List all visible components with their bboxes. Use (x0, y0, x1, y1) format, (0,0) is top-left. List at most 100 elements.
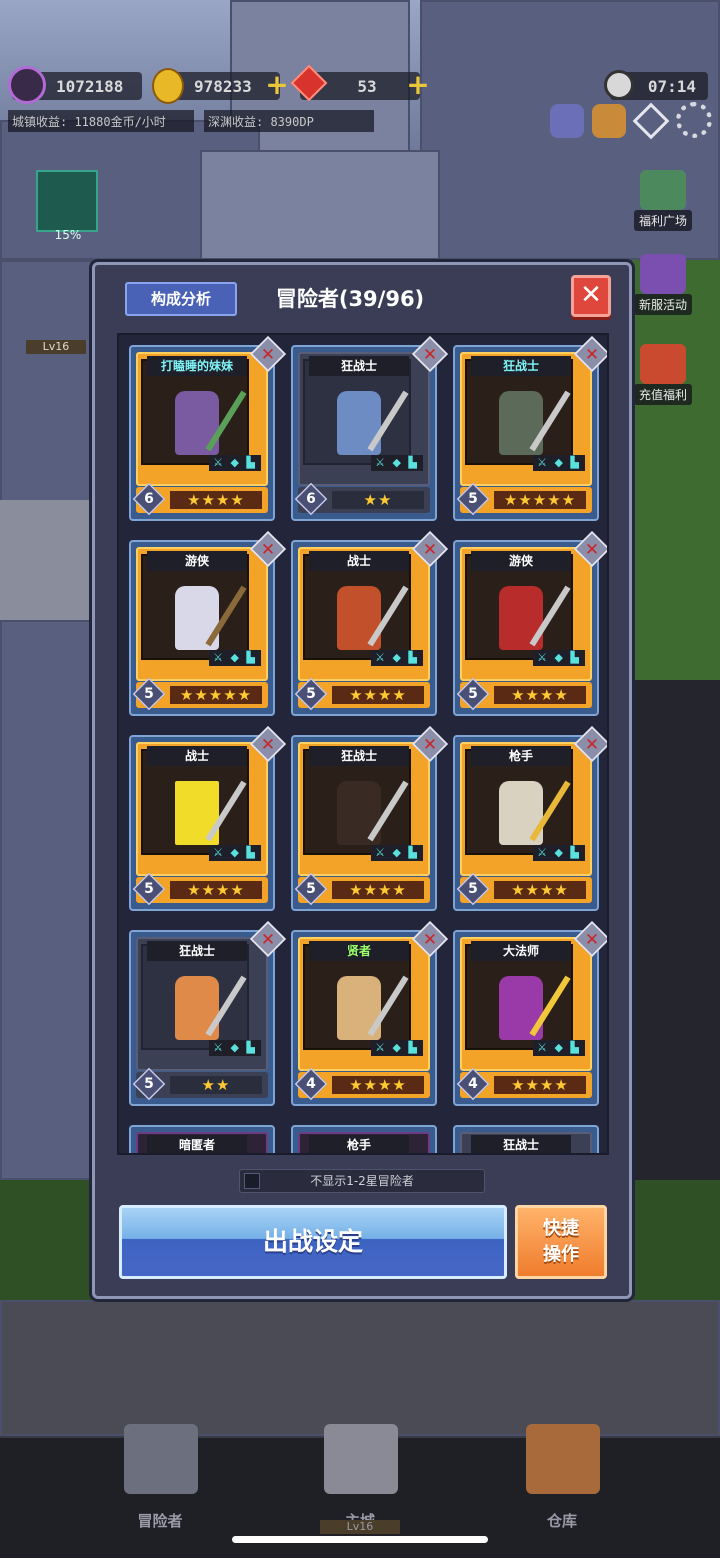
star-rating: ★★ (170, 1076, 262, 1094)
event-gift-icon (640, 254, 686, 294)
equipment-icons: ⚔ ◆ ▙ (371, 650, 423, 666)
deploy-settings-button[interactable]: 出战设定 (119, 1205, 507, 1279)
side-menu-label: 充值福利 (633, 384, 692, 405)
remove-icon: ✕ (260, 343, 276, 365)
level-badge: 5 (456, 677, 490, 711)
side-menu-label: 福利广场 (633, 210, 692, 231)
remove-icon: ✕ (422, 343, 438, 365)
adventurer-card[interactable]: 大法师 ⚔ ◆ ▙ ★★★★ 4 ✕ (453, 920, 607, 1106)
remove-icon: ✕ (260, 928, 276, 950)
knight-helmet-icon (124, 1424, 198, 1494)
adventurer-name: 狂战士 (309, 356, 409, 376)
welfare-plaza-button[interactable]: 福利广场 (618, 170, 708, 231)
adventurer-name: 狂战士 (471, 1135, 571, 1153)
adventurer-card[interactable]: 暗匿者 (129, 1125, 275, 1153)
adventurer-card[interactable]: 狂战士 (453, 1125, 599, 1153)
equipment-icons: ⚔ ◆ ▙ (533, 845, 585, 861)
star-rating: ★★★★ (332, 686, 424, 704)
adventurer-card[interactable]: 枪手 ⚔ ◆ ▙ ★★★★ 5 ✕ (453, 725, 607, 911)
adventurer-card[interactable]: 贤者 ⚔ ◆ ▙ ★★★★ 4 ✕ (291, 920, 449, 1106)
star-rating: ★★★★ (332, 881, 424, 899)
quick-action-label-line1: 快捷 (543, 1218, 579, 1239)
gold-value: 978233 (194, 76, 252, 96)
equipment-icons: ⚔ ◆ ▙ (371, 455, 423, 471)
star-rating: ★★★★ (494, 881, 586, 899)
remove-icon: ✕ (584, 928, 600, 950)
adventurer-card[interactable]: 枪手 (291, 1125, 437, 1153)
equipment-icons: ⚔ ◆ ▙ (533, 1040, 585, 1056)
hide-low-star-label: 不显示1-2星冒险者 (310, 1174, 414, 1188)
remove-icon: ✕ (422, 733, 438, 755)
adventurer-modal: 构成分析 冒险者(39/96) ✕ 打瞌睡的妹妹 ⚔ ◆ ▙ ★★★★ 6 ✕ … (92, 262, 632, 1299)
soul-icon (8, 66, 46, 104)
hide-low-star-toggle[interactable]: 不显示1-2星冒险者 (239, 1169, 485, 1193)
adventurer-name: 狂战士 (309, 746, 409, 766)
star-rating: ★★★★ (494, 1076, 586, 1094)
home-indicator[interactable] (232, 1536, 488, 1543)
main-city-level: Lv16 (320, 1520, 400, 1534)
adventurer-card[interactable]: 游侠 ⚔ ◆ ▙ ★★★★★ 5 ✕ (129, 530, 287, 716)
star-rating: ★★ (332, 491, 424, 509)
gem-value: 53 (357, 76, 377, 96)
build-slot[interactable] (36, 170, 98, 232)
adventurer-card[interactable]: 狂战士 ⚔ ◆ ▙ ★★ 6 ✕ (291, 335, 449, 521)
nav-adventurers[interactable]: 冒险者 (60, 1424, 260, 1558)
clock-icon (604, 70, 634, 100)
level-badge: 4 (456, 1067, 490, 1101)
remove-icon: ✕ (584, 343, 600, 365)
star-rating: ★★★★★ (170, 686, 262, 704)
composition-analysis-button[interactable]: 构成分析 (125, 282, 237, 316)
adventurer-name: 枪手 (471, 746, 571, 766)
equipment-icons: ⚔ ◆ ▙ (209, 650, 261, 666)
adventurer-card[interactable]: 狂战士 ⚔ ◆ ▙ ★★ 5 ✕ (129, 920, 287, 1106)
adventurer-card[interactable]: 狂战士 ⚔ ◆ ▙ ★★★★★ 5 ✕ (453, 335, 607, 521)
star-rating: ★★★★ (170, 881, 262, 899)
warehouse-icon (526, 1424, 600, 1494)
build-progress-text: 15% (54, 228, 82, 242)
remove-icon: ✕ (260, 733, 276, 755)
adventurer-name: 枪手 (309, 1135, 409, 1153)
adventurer-name: 狂战士 (147, 941, 247, 961)
equipment-icons: ⚔ ◆ ▙ (533, 455, 585, 471)
building-block (200, 150, 440, 260)
nav-label: 冒险者 (137, 1512, 183, 1530)
adventurer-card[interactable]: 战士 ⚔ ◆ ▙ ★★★★ 5 ✕ (291, 530, 449, 716)
quick-action-label-line2: 操作 (543, 1244, 579, 1265)
nav-label: 仓库 (546, 1512, 577, 1530)
adventurer-card[interactable]: 狂战士 ⚔ ◆ ▙ ★★★★ 5 ✕ (291, 725, 449, 911)
castle-icon (324, 1424, 398, 1494)
level-badge: 5 (132, 1067, 166, 1101)
remove-icon: ✕ (584, 733, 600, 755)
close-button[interactable]: ✕ (571, 275, 611, 317)
adventurer-card[interactable]: 战士 ⚔ ◆ ▙ ★★★★ 5 ✕ (129, 725, 287, 911)
quick-action-button[interactable]: 快捷 操作 (515, 1205, 607, 1279)
shop-icon[interactable] (592, 104, 626, 138)
adventurer-name: 游侠 (471, 551, 571, 571)
adventurer-name: 暗匿者 (147, 1135, 247, 1153)
nav-warehouse[interactable]: 仓库 (462, 1424, 662, 1558)
modal-title: 冒险者(39/96) (275, 287, 425, 311)
level-badge: 6 (132, 482, 166, 516)
star-rating: ★★★★ (494, 686, 586, 704)
checkbox[interactable] (244, 1173, 260, 1189)
remove-icon: ✕ (260, 538, 276, 560)
monster-icon[interactable] (550, 104, 584, 138)
town-income-label: 城镇收益: 11880金币/小时 (8, 110, 194, 132)
remove-icon: ✕ (422, 928, 438, 950)
add-gold-button[interactable]: + (265, 71, 289, 99)
gear-icon[interactable] (676, 102, 712, 138)
add-gem-button[interactable]: + (406, 71, 430, 99)
grass-area (632, 260, 720, 680)
adventurer-name: 战士 (309, 551, 409, 571)
adventurer-card[interactable]: 游侠 ⚔ ◆ ▙ ★★★★ 5 ✕ (453, 530, 607, 716)
adventurer-grid[interactable]: 打瞌睡的妹妹 ⚔ ◆ ▙ ★★★★ 6 ✕ 狂战士 ⚔ ◆ ▙ ★★ 6 ✕ 狂… (117, 333, 609, 1155)
city-wall (0, 500, 92, 620)
adventurer-card[interactable]: 打瞌睡的妹妹 ⚔ ◆ ▙ ★★★★ 6 ✕ (129, 335, 287, 521)
equipment-icons: ⚔ ◆ ▙ (533, 650, 585, 666)
dark-building (632, 680, 720, 1200)
gold-coin-icon (152, 68, 184, 104)
side-menu-label: 新服活动 (633, 294, 692, 315)
time-value: 07:14 (647, 76, 696, 96)
star-rating: ★★★★★ (494, 491, 586, 509)
building-block (0, 620, 92, 1180)
